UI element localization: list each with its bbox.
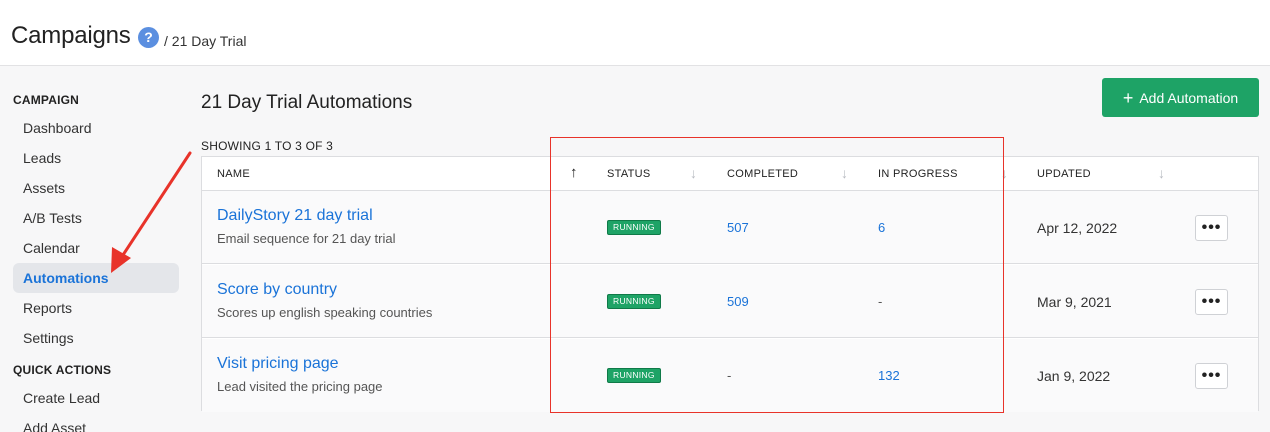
sidebar: CAMPAIGN Dashboard Leads Assets A/B Test… [0,67,190,432]
column-header-completed[interactable]: COMPLETED [727,168,798,180]
status-badge: RUNNING [607,368,661,383]
top-bar: Campaigns ? / 21 Day Trial [0,0,1270,66]
completed-count[interactable]: 507 [727,220,749,235]
table-row: Visit pricing page Lead visited the pric… [202,339,1258,412]
sidebar-item-leads[interactable]: Leads [13,143,179,173]
automation-name-link[interactable]: Visit pricing page [217,355,339,373]
sort-arrow-icon[interactable]: ↓ [1001,165,1008,181]
page-title: Campaigns [11,22,131,49]
sidebar-item-add-asset[interactable]: Add Asset [13,413,179,432]
column-header-updated[interactable]: UPDATED [1037,168,1091,180]
table-header: NAME ↑ STATUS ↓ COMPLETED ↓ IN PROGRESS … [202,157,1258,191]
add-automation-button[interactable]: + Add Automation [1102,78,1259,117]
table-row: Score by country Scores up english speak… [202,265,1258,338]
column-header-in-progress[interactable]: IN PROGRESS [878,168,958,180]
updated-date: Jan 9, 2022 [1037,368,1111,384]
table-row: DailyStory 21 day trial Email sequence f… [202,191,1258,264]
automations-table: NAME ↑ STATUS ↓ COMPLETED ↓ IN PROGRESS … [201,156,1259,412]
in-progress-count[interactable]: 132 [878,368,900,383]
sort-arrow-icon[interactable]: ↓ [841,165,848,181]
sidebar-item-calendar[interactable]: Calendar [13,233,179,263]
column-header-name[interactable]: NAME [217,168,250,180]
completed-count[interactable]: 509 [727,294,749,309]
sidebar-item-reports[interactable]: Reports [13,293,179,323]
status-badge: RUNNING [607,220,661,235]
updated-date: Mar 9, 2021 [1037,294,1112,310]
sidebar-item-assets[interactable]: Assets [13,173,179,203]
in-progress-count: - [878,294,883,309]
sidebar-item-settings[interactable]: Settings [13,323,179,353]
more-options-icon[interactable]: ••• [1195,215,1228,241]
add-automation-label: Add Automation [1139,89,1239,106]
showing-count: SHOWING 1 TO 3 OF 3 [201,139,334,153]
sidebar-section-quick-actions: QUICK ACTIONS [13,363,112,377]
sort-arrow-icon[interactable]: ↓ [690,165,697,181]
more-options-icon[interactable]: ••• [1195,289,1228,315]
help-icon[interactable]: ? [138,27,159,48]
sort-arrow-icon[interactable]: ↓ [1158,165,1165,181]
sidebar-item-create-lead[interactable]: Create Lead [13,383,179,413]
breadcrumb: / 21 Day Trial [164,33,247,49]
sort-asc-arrow-icon[interactable]: ↑ [570,164,578,181]
sidebar-item-dashboard[interactable]: Dashboard [13,113,179,143]
more-options-icon[interactable]: ••• [1195,363,1228,389]
plus-icon: + [1122,87,1134,108]
column-header-status[interactable]: STATUS [607,168,651,180]
sidebar-item-automations[interactable]: Automations [13,263,179,293]
in-progress-count[interactable]: 6 [878,220,885,235]
sidebar-section-campaign: CAMPAIGN [13,93,80,107]
automation-name-link[interactable]: Score by country [217,281,337,299]
status-badge: RUNNING [607,294,661,309]
automation-description: Email sequence for 21 day trial [217,231,396,246]
automation-description: Lead visited the pricing page [217,379,383,394]
automations-title: 21 Day Trial Automations [201,92,413,113]
sidebar-item-ab-tests[interactable]: A/B Tests [13,203,179,233]
automation-name-link[interactable]: DailyStory 21 day trial [217,207,373,225]
completed-count: - [727,368,732,383]
automation-description: Scores up english speaking countries [217,305,433,320]
updated-date: Apr 12, 2022 [1037,220,1118,236]
